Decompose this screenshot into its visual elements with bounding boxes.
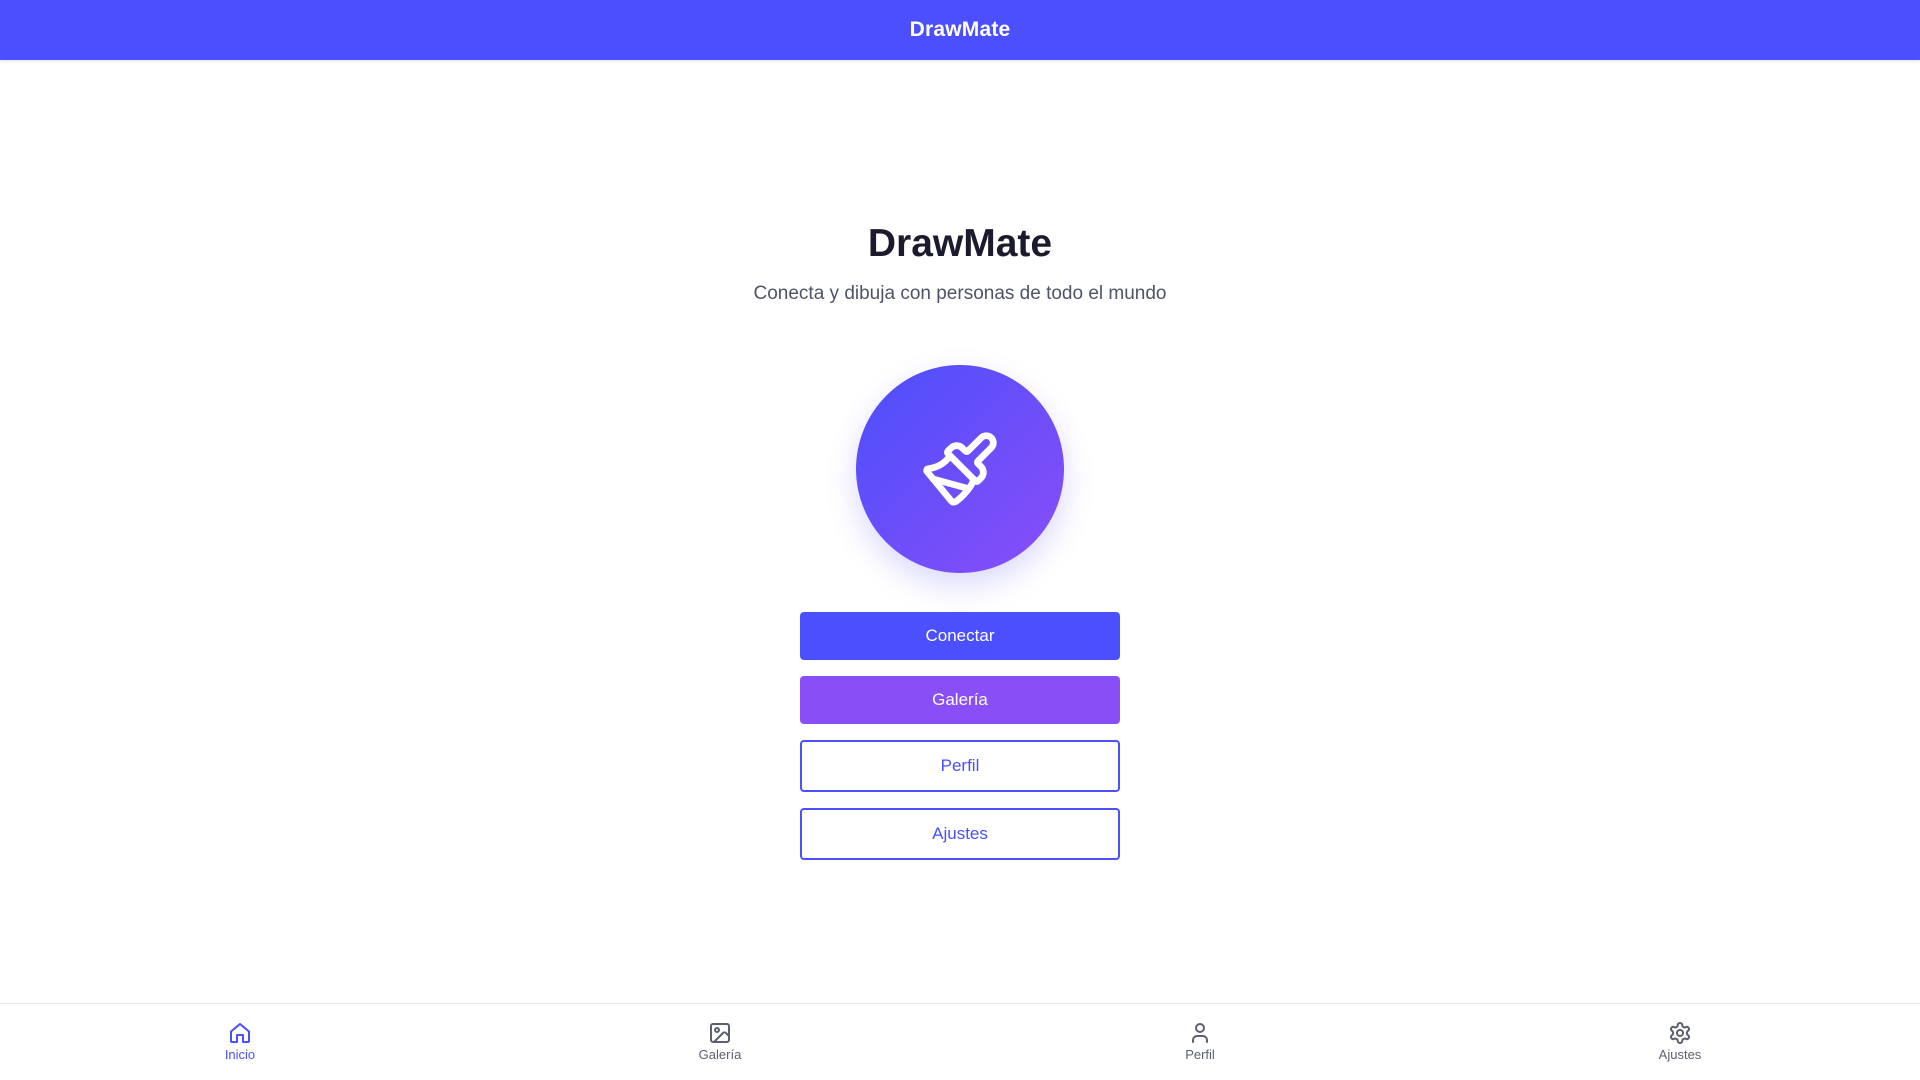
nav-item-profile[interactable]: Perfil	[960, 1004, 1440, 1080]
app-title: DrawMate	[909, 18, 1011, 41]
gear-icon	[1670, 1022, 1690, 1044]
gallery-button[interactable]: Galería	[800, 676, 1120, 724]
connect-button[interactable]: Conectar	[800, 612, 1120, 660]
profile-button[interactable]: Perfil	[800, 740, 1120, 792]
action-buttons: Conectar Galería Perfil Ajustes	[800, 612, 1120, 860]
nav-label-profile: Perfil	[1185, 1047, 1215, 1062]
nav-item-gallery[interactable]: Galería	[480, 1004, 960, 1080]
nav-label-settings: Ajustes	[1658, 1047, 1702, 1062]
app-logo	[856, 365, 1064, 573]
settings-button[interactable]: Ajustes	[800, 808, 1120, 860]
home-icon	[230, 1023, 250, 1043]
nav-item-home[interactable]: Inicio	[0, 1004, 480, 1080]
home-screen: DrawMate Conecta y dibuja con personas d…	[0, 60, 1920, 1003]
hero-subtitle: Conecta y dibuja con personas de todo el…	[753, 283, 1167, 304]
paintbrush-icon	[923, 432, 997, 506]
nav-item-settings[interactable]: Ajustes	[1440, 1004, 1920, 1080]
hero-title: DrawMate	[867, 222, 1053, 265]
top-app-bar: DrawMate	[0, 0, 1920, 60]
nav-label-gallery: Galería	[698, 1047, 742, 1062]
bottom-navigation: Inicio Galería Perfil Ajustes	[0, 1003, 1920, 1080]
nav-label-home: Inicio	[224, 1047, 256, 1062]
image-icon	[710, 1023, 730, 1043]
user-icon	[1192, 1023, 1208, 1043]
